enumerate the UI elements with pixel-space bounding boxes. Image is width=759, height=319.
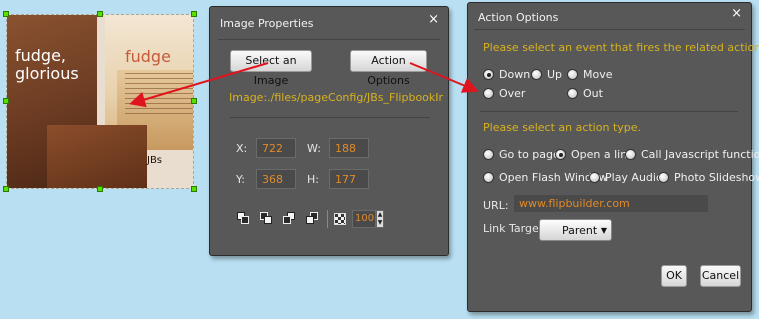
event-radio-out[interactable]: Out bbox=[567, 87, 603, 100]
select-image-button[interactable]: Select an Image bbox=[230, 50, 312, 87]
event-label: Up bbox=[547, 68, 563, 81]
send-to-back-icon[interactable] bbox=[306, 212, 320, 226]
radio-checked-icon bbox=[483, 69, 494, 80]
resize-handle-ml[interactable] bbox=[3, 98, 9, 104]
h-label: H: bbox=[307, 173, 319, 186]
event-prompt: Please select an event that fires the re… bbox=[483, 41, 759, 54]
toolbar-separator bbox=[327, 210, 328, 228]
link-target-value: Parent bbox=[562, 224, 598, 237]
event-label: Out bbox=[583, 87, 603, 100]
resize-handle-mr[interactable] bbox=[191, 98, 197, 104]
radio-unchecked-icon bbox=[658, 172, 669, 183]
radio-checked-icon bbox=[555, 149, 566, 160]
send-backward-icon[interactable] bbox=[283, 212, 297, 226]
ok-button[interactable]: OK bbox=[661, 265, 687, 287]
action-prompt: Please select an action type. bbox=[483, 121, 642, 134]
bring-forward-icon[interactable] bbox=[260, 212, 274, 226]
resize-handle-br[interactable] bbox=[191, 186, 197, 192]
event-radio-move[interactable]: Move bbox=[567, 68, 613, 81]
action-radio-play-audio[interactable]: Play Audio bbox=[589, 171, 663, 184]
resize-handle-tc[interactable] bbox=[97, 11, 103, 17]
radio-unchecked-icon bbox=[531, 69, 542, 80]
x-input[interactable]: 722 bbox=[256, 138, 296, 158]
action-label: Call Javascript function bbox=[641, 148, 759, 161]
image-thumbnail[interactable]: fudge, glorious fudge JBs bbox=[6, 14, 194, 189]
divider bbox=[230, 117, 430, 118]
radio-unchecked-icon bbox=[567, 88, 578, 99]
resize-handle-bc[interactable] bbox=[97, 186, 103, 192]
url-input[interactable]: www.flipbuilder.com bbox=[514, 195, 708, 212]
event-label: Down bbox=[499, 68, 531, 81]
divider bbox=[474, 29, 745, 30]
h-input[interactable]: 177 bbox=[329, 169, 369, 189]
y-input[interactable]: 368 bbox=[256, 169, 296, 189]
resize-handle-bl[interactable] bbox=[3, 186, 9, 192]
radio-unchecked-icon bbox=[483, 172, 494, 183]
fudge-block-front bbox=[47, 125, 147, 188]
radio-unchecked-icon bbox=[567, 69, 578, 80]
cancel-button[interactable]: Cancel bbox=[700, 265, 741, 287]
event-radio-over[interactable]: Over bbox=[483, 87, 525, 100]
action-label: Go to page bbox=[499, 148, 560, 161]
radio-unchecked-icon bbox=[483, 149, 494, 160]
opacity-icon[interactable] bbox=[334, 213, 346, 225]
action-radio-call-javascript[interactable]: Call Javascript function bbox=[625, 148, 759, 161]
radio-unchecked-icon bbox=[483, 88, 494, 99]
image-properties-title: Image Properties bbox=[220, 17, 314, 30]
image-properties-dialog: Image Properties × Select an Image Actio… bbox=[209, 6, 449, 256]
link-target-label: Link Target: bbox=[483, 222, 547, 235]
close-icon[interactable]: × bbox=[731, 6, 742, 21]
action-options-dialog: Action Options × Please select an event … bbox=[467, 2, 759, 312]
action-radio-go-to-page[interactable]: Go to page bbox=[483, 148, 560, 161]
y-label: Y: bbox=[236, 173, 245, 186]
action-options-button[interactable]: Action Options bbox=[350, 50, 427, 87]
image-path: Image:./files/pageConfig/JBs_FlipbookIma… bbox=[229, 91, 443, 104]
opacity-stepper[interactable]: ▲ ▼ bbox=[376, 210, 384, 228]
action-radio-photo-slideshow[interactable]: Photo Slideshow bbox=[658, 171, 759, 184]
url-label: URL: bbox=[483, 199, 509, 212]
divider bbox=[218, 39, 440, 40]
opacity-input[interactable]: 100 bbox=[352, 210, 376, 228]
chevron-down-icon: ▼ bbox=[600, 226, 607, 235]
resize-handle-tr[interactable] bbox=[191, 11, 197, 17]
event-radio-down[interactable]: Down bbox=[483, 68, 530, 81]
w-label: W: bbox=[307, 142, 321, 155]
action-options-title: Action Options bbox=[478, 11, 559, 24]
action-radio-open-link[interactable]: Open a link bbox=[555, 148, 634, 161]
w-input[interactable]: 188 bbox=[329, 138, 369, 158]
divider bbox=[480, 111, 738, 112]
thumbnail-caption-right: fudge bbox=[125, 47, 171, 66]
action-label: Play Audio bbox=[605, 171, 663, 184]
radio-unchecked-icon bbox=[589, 172, 600, 183]
fine-print-text bbox=[125, 73, 193, 117]
event-label: Over bbox=[499, 87, 526, 100]
link-target-select[interactable]: Parent ▼ bbox=[539, 219, 612, 241]
x-label: X: bbox=[236, 142, 248, 155]
resize-handle-tl[interactable] bbox=[3, 11, 9, 17]
thumbnail-caption-left: fudge, glorious bbox=[15, 46, 79, 83]
event-radio-up[interactable]: Up bbox=[531, 68, 562, 81]
close-icon[interactable]: × bbox=[428, 12, 439, 27]
bring-to-front-icon[interactable] bbox=[237, 212, 251, 226]
radio-unchecked-icon bbox=[625, 149, 636, 160]
action-label: Photo Slideshow bbox=[674, 171, 759, 184]
thumbnail-caption-small: JBs bbox=[147, 155, 163, 166]
event-label: Move bbox=[583, 68, 613, 81]
